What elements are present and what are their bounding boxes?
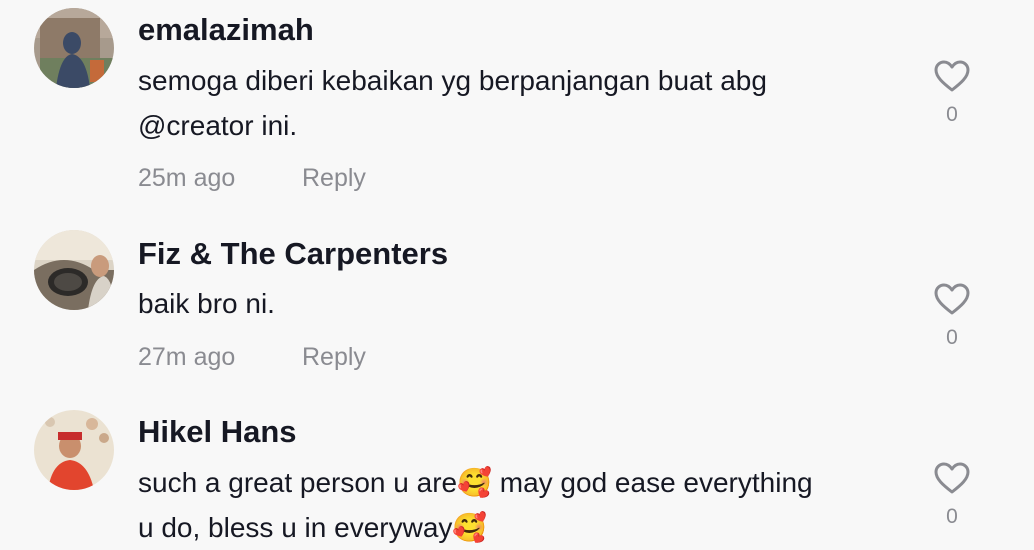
avatar[interactable] (34, 230, 114, 310)
like-count: 0 (946, 326, 958, 349)
comment-timestamp: 25m ago (138, 164, 236, 192)
comment-username[interactable]: emalazimah (138, 12, 314, 48)
comment-text-line: semoga diberi kebaikan yg berpanjangan b… (138, 65, 767, 96)
comment-text-fragment: may god ease everything (491, 467, 813, 498)
comment-username[interactable]: Hikel Hans (138, 414, 297, 450)
comment-username[interactable]: Fiz & The Carpenters (138, 236, 448, 272)
comment-text-line: u do, bless u in everyway🥰 (138, 505, 898, 550)
comment-meta: 27m ago Reply (138, 343, 366, 372)
like-count: 0 (946, 103, 958, 126)
comment-meta: 25m ago Reply (138, 164, 366, 193)
like-button[interactable]: 0 (930, 461, 974, 529)
comment-text: baik bro ni. (138, 281, 898, 326)
reply-button[interactable]: Reply (302, 164, 366, 193)
smiling-face-with-hearts-emoji: 🥰 (457, 467, 492, 498)
like-count: 0 (946, 505, 958, 528)
avatar[interactable] (34, 8, 114, 88)
smiling-face-with-hearts-emoji: 🥰 (452, 512, 488, 543)
heart-outline-icon (934, 283, 970, 315)
avatar[interactable] (34, 410, 114, 490)
heart-outline-icon (934, 60, 970, 92)
comment-text: semoga diberi kebaikan yg berpanjangan b… (138, 58, 898, 148)
like-button[interactable]: 0 (930, 59, 974, 127)
comment-text-line: @creator ini. (138, 110, 298, 141)
heart-outline-icon (934, 462, 970, 494)
reply-button[interactable]: Reply (302, 343, 366, 372)
comment-timestamp: 27m ago (138, 343, 236, 371)
comment-text-line: such a great person u are🥰 may god ease … (138, 460, 898, 505)
comment-text-fragment: u do, bless u in everyway (138, 512, 453, 543)
comment-text-fragment: such a great person u are (138, 467, 458, 498)
comment-text-line: baik bro ni. (138, 288, 275, 319)
comment-text: such a great person u are🥰 may god ease … (138, 460, 898, 550)
like-button[interactable]: 0 (930, 282, 974, 350)
